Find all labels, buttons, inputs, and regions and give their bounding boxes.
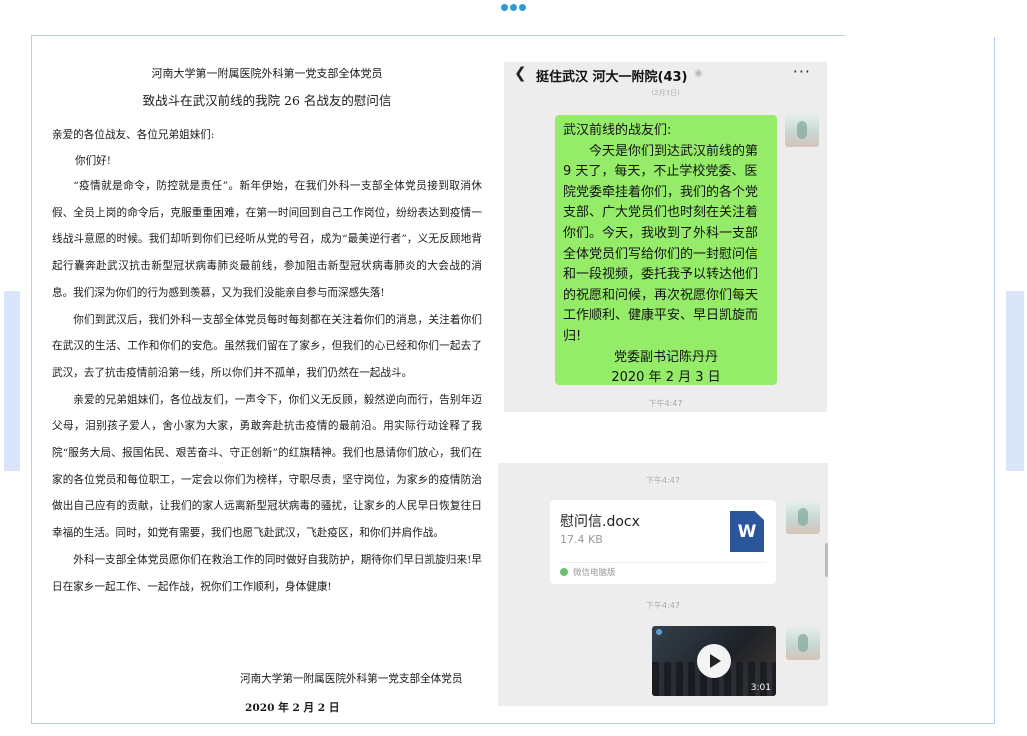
dot-icon bbox=[510, 4, 517, 11]
video-message[interactable]: 3:01 bbox=[652, 626, 776, 696]
chat-header: ❮ 挺住武汉 河大一附院(43) ◉ ··· bbox=[504, 62, 827, 88]
right-side-band bbox=[1006, 291, 1024, 471]
pagination-dots bbox=[501, 4, 526, 11]
wechat-icon bbox=[560, 568, 568, 576]
chat-title: 挺住武汉 河大一附院(43) bbox=[536, 70, 688, 85]
file-message[interactable]: 慰问信.docx 17.4 KB W 微信电脑版 bbox=[550, 500, 776, 584]
word-document-icon: W bbox=[730, 511, 764, 552]
file-name: 慰问信.docx bbox=[560, 514, 640, 530]
letter-signature: 河南大学第一附属医院外科第一党支部全体党员 bbox=[240, 673, 463, 685]
avatar[interactable] bbox=[786, 500, 820, 534]
avatar[interactable] bbox=[785, 113, 819, 147]
letter-paragraph: “疫情就是命令，防控就是责任”。新年伊始，在我们外科一支部全体党员接到取消休假、… bbox=[52, 180, 482, 299]
video-badge-icon bbox=[656, 629, 662, 635]
letter-body: “疫情就是命令，防控就是责任”。新年伊始，在我们外科一支部全体党员接到取消休假、… bbox=[52, 173, 482, 600]
message-bubble[interactable]: 武汉前线的战友们: 今天是你们到达武汉前线的第 9 天了，每天，不止学校党委、医… bbox=[555, 115, 777, 385]
dot-icon bbox=[519, 4, 526, 11]
letter-date: 2020 年 2 月 2 日 bbox=[245, 702, 340, 714]
letter-paragraph: 你们到武汉后，我们外科一支部全体党员每时每刻都在关注着你们的消息，关注着你们在武… bbox=[52, 313, 482, 379]
play-icon[interactable] bbox=[697, 644, 731, 678]
letter-paragraph: 亲爱的兄弟姐妹们，各位战友们，一声令下，你们义无反顾，毅然逆向而行，告别年迈父母… bbox=[52, 393, 482, 540]
mute-bell-icon: ◉ bbox=[694, 68, 703, 79]
message-signature: 党委副书记陈丹丹 bbox=[613, 349, 718, 365]
letter-greeting: 你们好! bbox=[75, 155, 112, 167]
letter-org-title: 河南大学第一附属医院外科第一党支部全体党员 bbox=[151, 67, 383, 80]
file-source: 微信电脑版 bbox=[573, 568, 616, 578]
more-icon[interactable]: ··· bbox=[793, 62, 811, 81]
message-body: 今天是你们到达武汉前线的第 9 天了，每天，不止学校党委、医院党委牵挂着你们，我… bbox=[563, 143, 759, 344]
scrollbar[interactable] bbox=[825, 543, 828, 577]
file-size: 17.4 KB bbox=[560, 533, 603, 546]
dot-icon bbox=[501, 4, 508, 11]
message-timestamp: 下午4:47 bbox=[646, 601, 680, 610]
chat-screenshot-top: ❮ 挺住武汉 河大一附院(43) ◉ ··· (2月3日) 武汉前线的战友们: … bbox=[504, 62, 827, 412]
avatar[interactable] bbox=[786, 626, 820, 660]
chevron-left-icon[interactable]: ❮ bbox=[514, 64, 527, 82]
message-date: 2020 年 2 月 3 日 bbox=[611, 370, 721, 386]
chat-screenshot-bottom: 下午4:47 慰问信.docx 17.4 KB W 微信电脑版 下午4:47 3… bbox=[498, 463, 828, 706]
letter-paragraph: 外科一支部全体党员愿你们在救治工作的同时做好自我防护，期待你们早日凯旋归来!早日… bbox=[52, 553, 482, 593]
letter-salutation: 亲爱的各位战友、各位兄弟姐妹们: bbox=[52, 129, 215, 141]
message-timestamp: 下午4:47 bbox=[646, 476, 680, 485]
message-timestamp: 下午4:47 bbox=[648, 399, 683, 408]
faint-timestamp: (2月3日) bbox=[651, 89, 680, 97]
left-side-band bbox=[4, 291, 20, 471]
letter-main-title: 致战斗在武汉前线的我院 26 名战友的慰问信 bbox=[142, 93, 392, 108]
message-greeting: 武汉前线的战友们: bbox=[563, 123, 672, 138]
video-duration: 3:01 bbox=[750, 683, 771, 693]
